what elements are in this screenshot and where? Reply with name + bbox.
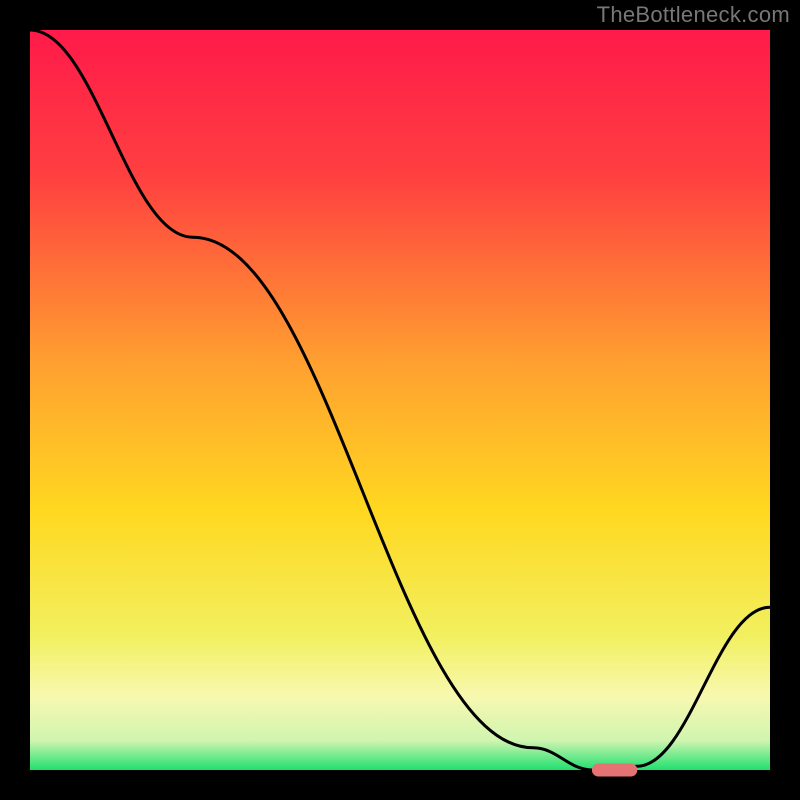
optimal-range-marker [592,764,636,776]
bottleneck-chart [0,0,800,800]
chart-container: TheBottleneck.com [0,0,800,800]
chart-gradient-background [30,30,770,770]
watermark-text: TheBottleneck.com [597,2,790,28]
